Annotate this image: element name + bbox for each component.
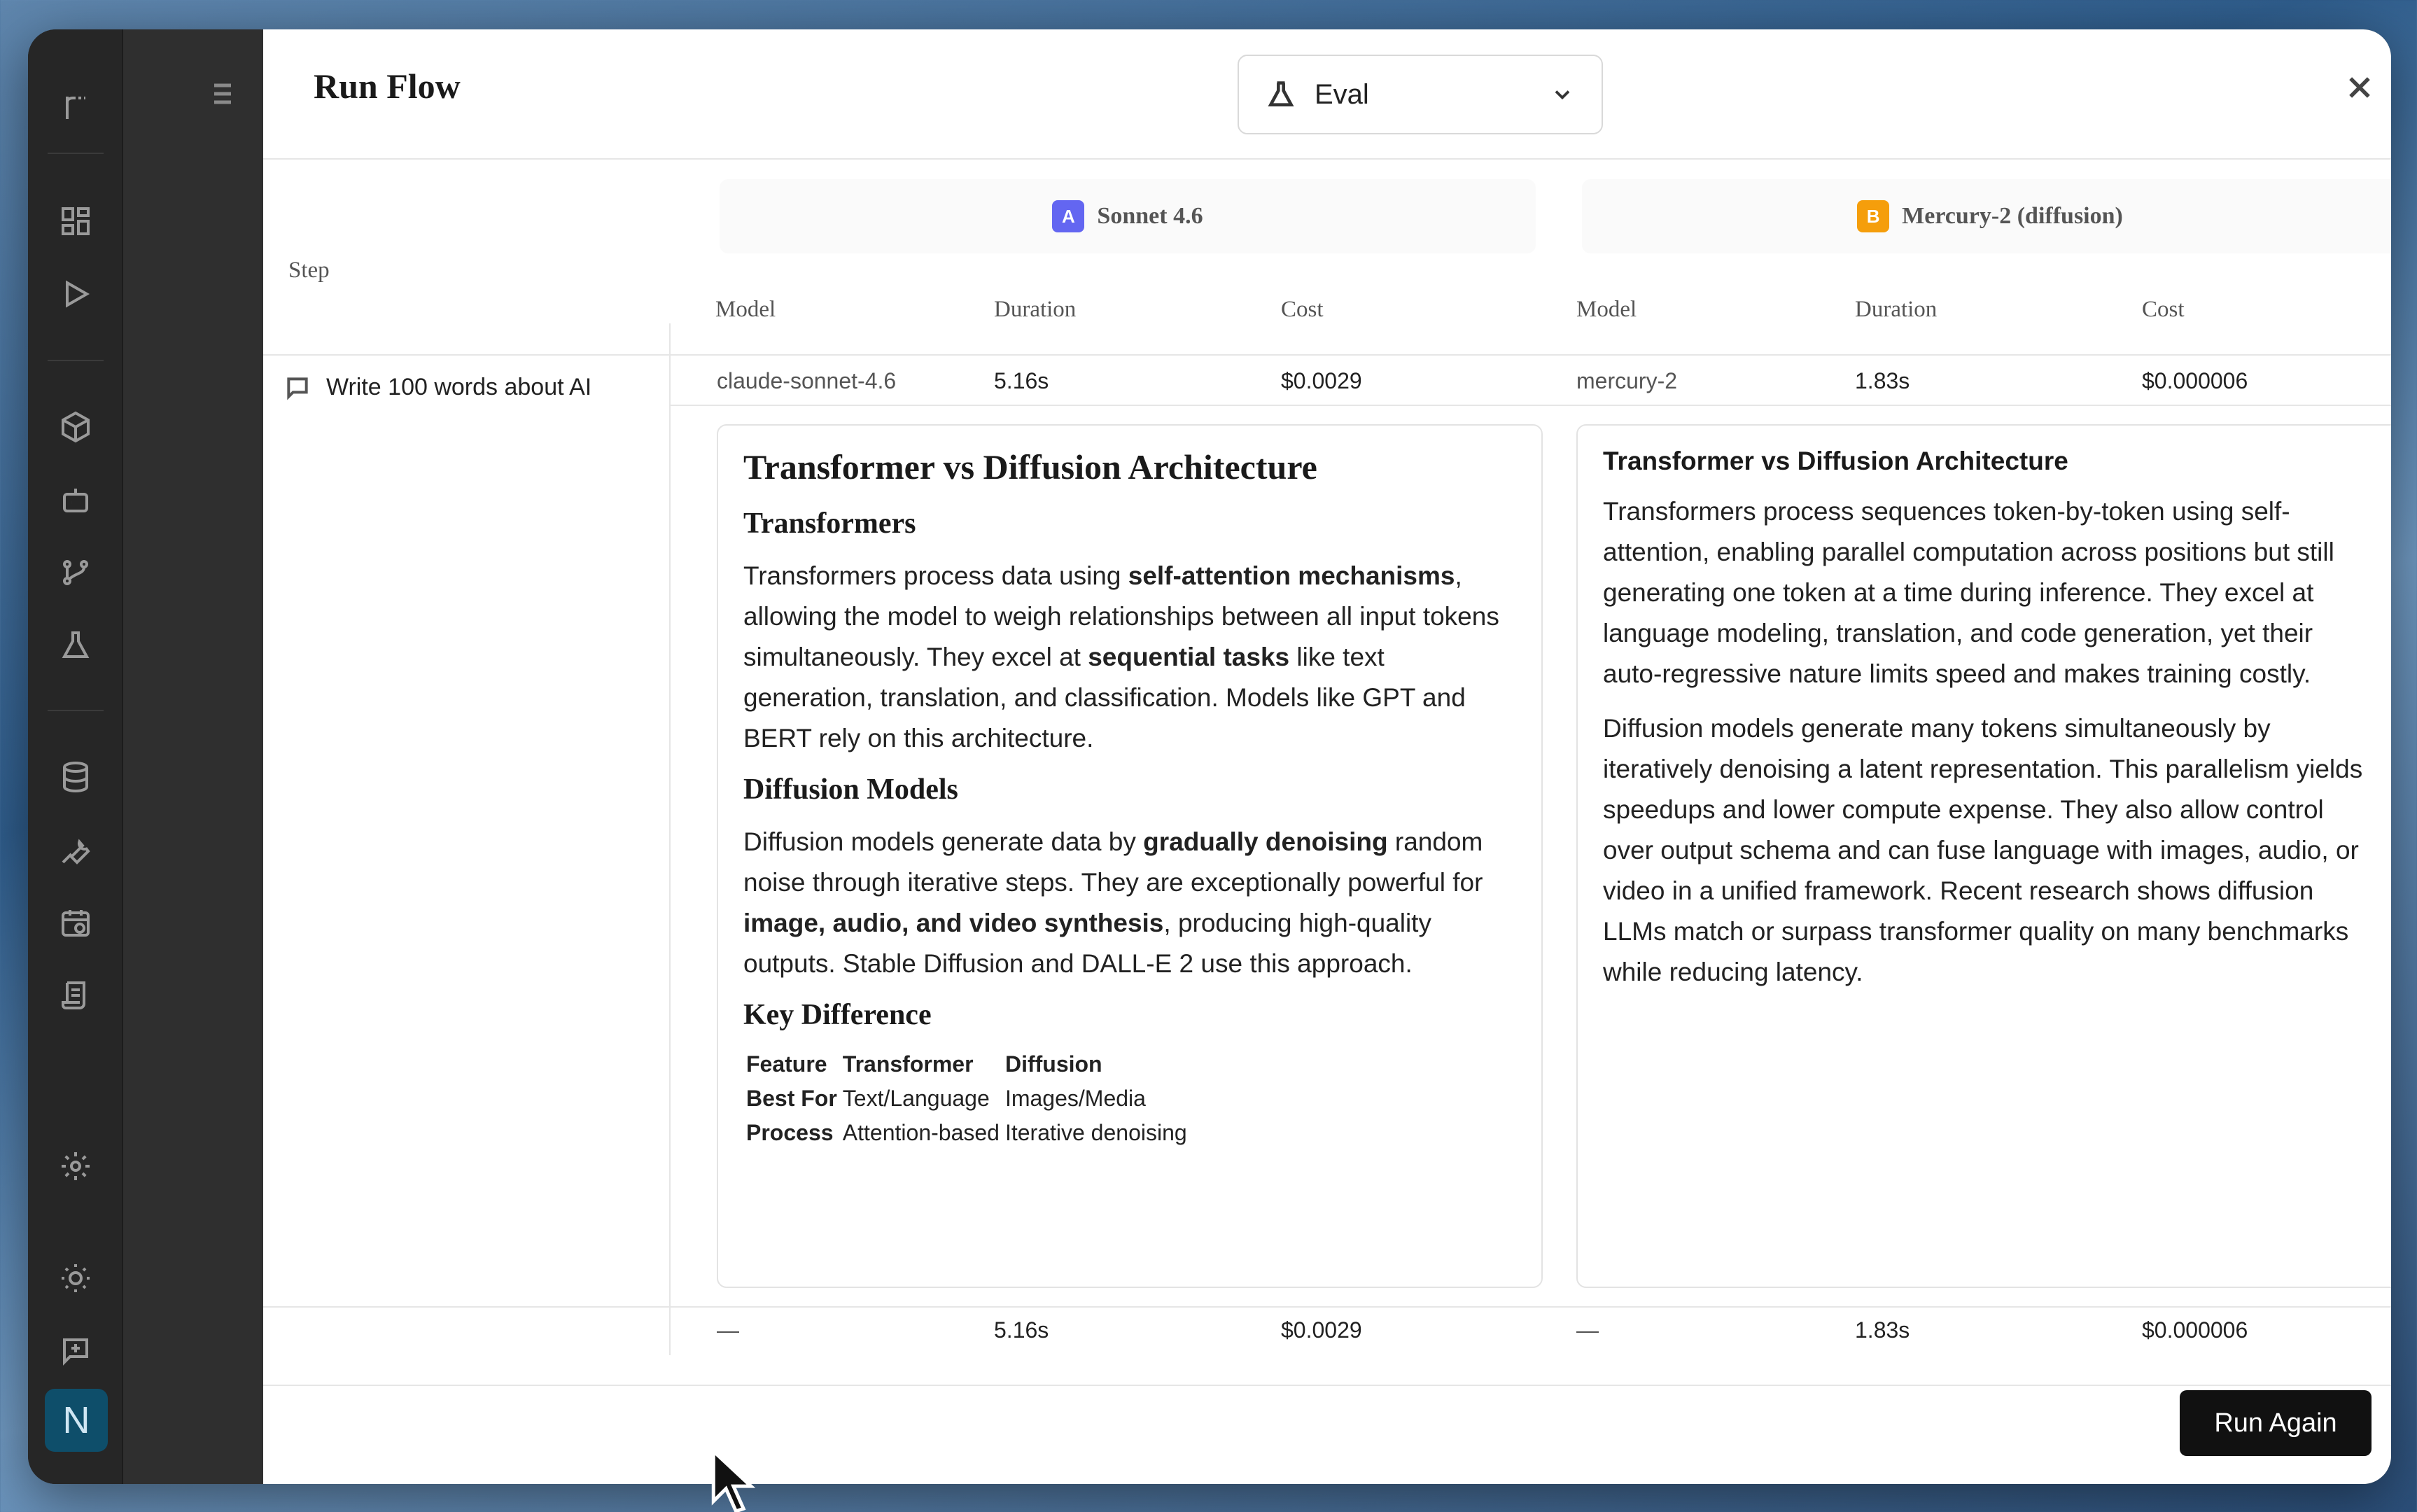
step-a-cost: $0.0029: [1281, 368, 1362, 393]
user-avatar[interactable]: N: [45, 1389, 108, 1452]
dashboard-icon[interactable]: [53, 199, 98, 244]
step-a-model: claude-sonnet-4.6: [717, 368, 897, 393]
model-a-badge: A: [1052, 200, 1085, 232]
cube-icon[interactable]: [53, 405, 98, 449]
close-button[interactable]: [2335, 63, 2384, 112]
list-icon[interactable]: [203, 77, 242, 116]
step-column-divider: [669, 323, 671, 1355]
play-icon[interactable]: [53, 272, 98, 316]
wrench-icon[interactable]: [53, 827, 98, 872]
modal-title: Run Flow: [314, 66, 461, 106]
model-a-header: A Sonnet 4.6: [720, 179, 1536, 253]
mode-select-value: Eval: [1315, 78, 1369, 110]
col-a-model: Model: [715, 297, 776, 322]
step-column-header: Step: [288, 258, 330, 283]
table-row: Best For Text/Language Images/Media: [746, 1086, 1146, 1111]
bot-icon[interactable]: [53, 477, 98, 522]
database-icon[interactable]: [53, 755, 98, 799]
rail-divider: [48, 360, 104, 361]
secondary-sidebar: [123, 29, 263, 1484]
model-b-header: B Mercury-2 (diffusion): [1582, 179, 2391, 253]
output-a-heading-diffusion: Diffusion Models: [743, 774, 958, 806]
table-header: Feature: [746, 1051, 827, 1077]
table-row: Process Attention-based Iterative denois…: [746, 1120, 1187, 1145]
output-b-paragraph-2: Diffusion models generate many tokens si…: [1603, 714, 2363, 986]
col-a-cost: Cost: [1281, 297, 1324, 322]
total-b-model: —: [1576, 1317, 1599, 1343]
step-label-text: Write 100 words about AI: [326, 374, 592, 400]
row-divider: [669, 405, 2391, 406]
run-flow-modal: Run Flow Eval A Sonnet 4.6 B Mercury-2 (…: [263, 29, 2391, 1484]
table-header: Diffusion: [1004, 1051, 1102, 1077]
table-header-divider: [263, 354, 2391, 356]
rail-divider: [48, 153, 104, 154]
close-icon: [2349, 77, 2370, 98]
calendar-clock-icon[interactable]: [53, 900, 98, 945]
step-row-label[interactable]: Write 100 words about AI: [284, 374, 591, 401]
header-divider: [263, 158, 2391, 160]
totals-divider: [263, 1306, 2391, 1308]
output-a-paragraph-1: Transformers process data using self-att…: [743, 561, 1499, 752]
model-a-name: Sonnet 4.6: [1097, 203, 1203, 229]
scroll-icon[interactable]: [53, 973, 98, 1018]
output-b-title: Transformer vs Diffusion Architecture: [1603, 447, 2068, 475]
step-b-model: mercury-2: [1576, 368, 1678, 393]
git-branch-icon[interactable]: [53, 550, 98, 595]
step-b-cost: $0.000006: [2142, 368, 2248, 393]
total-b-duration: 1.83s: [1855, 1317, 1910, 1343]
sun-icon[interactable]: [53, 1256, 98, 1301]
flask-icon[interactable]: [53, 623, 98, 668]
output-a-paragraph-2: Diffusion models generate data by gradua…: [743, 827, 1483, 978]
col-b-cost: Cost: [2142, 297, 2185, 322]
mouse-cursor-icon: [711, 1447, 756, 1512]
output-a-heading-transformers: Transformers: [743, 507, 916, 540]
app-window: N Run Flow Eval A Sonnet 4.6 B Mercury-2…: [28, 29, 2391, 1484]
total-a-cost: $0.0029: [1281, 1317, 1362, 1343]
logo-icon[interactable]: [53, 85, 98, 130]
output-panel-a: Transformer vs Diffusion Architecture Tr…: [717, 424, 1543, 1288]
total-b-cost: $0.000006: [2142, 1317, 2248, 1343]
col-b-model: Model: [1576, 297, 1637, 322]
output-panel-b: Transformer vs Diffusion Architecture Tr…: [1576, 424, 2391, 1288]
col-b-duration: Duration: [1855, 297, 1938, 322]
rail-divider: [48, 710, 104, 711]
output-a-heading-key-difference: Key Difference: [743, 999, 932, 1031]
model-b-badge: B: [1857, 200, 1890, 232]
output-a-title: Transformer vs Diffusion Architecture: [743, 447, 1317, 486]
step-a-duration: 5.16s: [994, 368, 1049, 393]
total-a-duration: 5.16s: [994, 1317, 1049, 1343]
chevron-down-icon: [1555, 90, 1570, 100]
model-b-name: Mercury-2 (diffusion): [1902, 203, 2123, 229]
feedback-icon[interactable]: [53, 1329, 98, 1373]
footer-divider: [263, 1385, 2391, 1386]
output-b-paragraph-1: Transformers process sequences token-by-…: [1603, 497, 2334, 688]
flask-icon: [1268, 81, 1294, 106]
mode-select[interactable]: Eval: [1238, 55, 1603, 134]
total-a-model: —: [717, 1317, 739, 1343]
icon-rail: N: [28, 29, 123, 1484]
message-icon: [287, 377, 308, 400]
run-again-button[interactable]: Run Again: [2180, 1390, 2372, 1456]
col-a-duration: Duration: [994, 297, 1077, 322]
table-header: Transformer: [842, 1051, 974, 1077]
key-difference-table: Feature Transformer Diffusion Best For T…: [743, 1047, 1190, 1150]
step-b-duration: 1.83s: [1855, 368, 1910, 393]
settings-icon[interactable]: [53, 1144, 98, 1189]
